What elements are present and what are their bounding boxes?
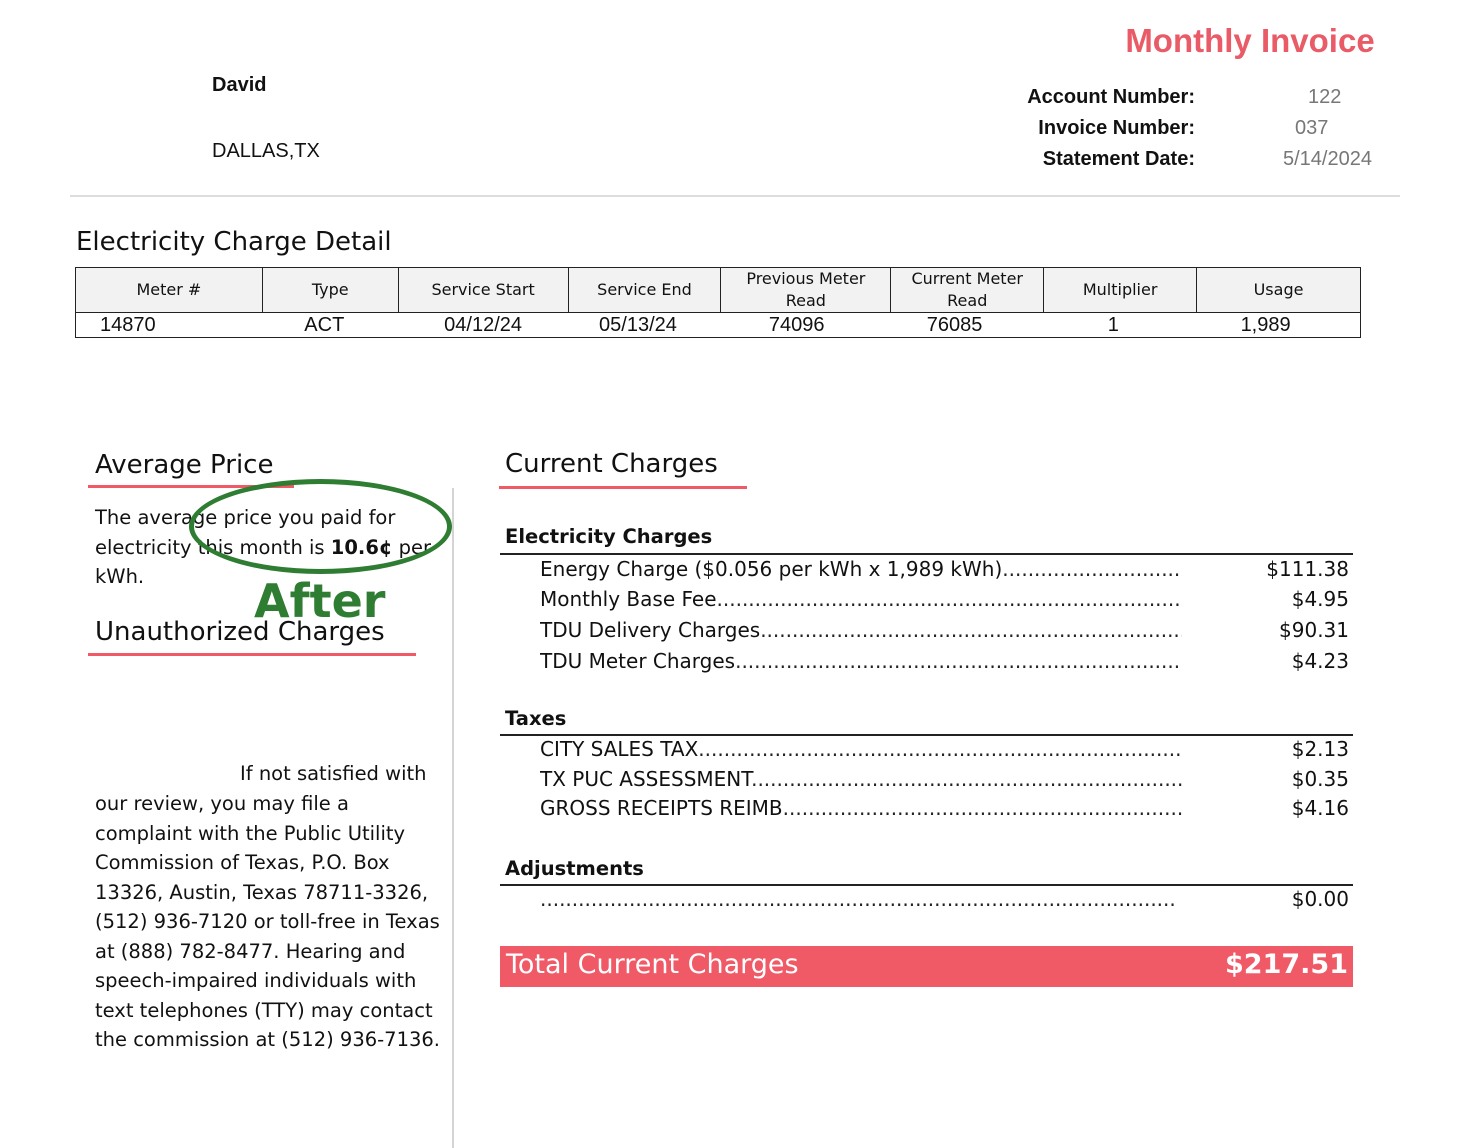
group-divider bbox=[500, 884, 1353, 886]
line-item: GROSS RECEIPTS REIMB....................… bbox=[540, 796, 1349, 820]
line-item-amount: $111.38 bbox=[1266, 557, 1349, 581]
statement-date-row: Statement Date: 5/14/2024 bbox=[880, 148, 1380, 178]
meter-table: Meter # Type Service Start Service End P… bbox=[75, 267, 1361, 338]
line-item-amount: $0.35 bbox=[1291, 767, 1349, 791]
table-cell: 04/12/24 bbox=[398, 312, 569, 338]
line-item: Monthly Base Fee........................… bbox=[540, 587, 1349, 611]
column-divider bbox=[452, 488, 454, 1148]
meter-table-header: Meter # Type Service Start Service End P… bbox=[75, 267, 1361, 313]
table-cell: 05/13/24 bbox=[568, 312, 721, 338]
account-number-value: 122 bbox=[1308, 86, 1342, 108]
column-header: Multiplier bbox=[1043, 267, 1198, 313]
total-current-charges-bar: Total Current Charges $217.51 bbox=[500, 946, 1353, 987]
line-item-amount: $2.13 bbox=[1291, 737, 1349, 761]
unauthorized-first-line: If not satisfied with bbox=[240, 762, 427, 785]
line-item: TX PUC ASSESSMENT.......................… bbox=[540, 767, 1349, 791]
group-divider bbox=[500, 734, 1353, 736]
line-item-amount: $4.23 bbox=[1291, 649, 1349, 673]
account-number-label: Account Number: bbox=[1027, 86, 1195, 108]
detail-heading: Electricity Charge Detail bbox=[76, 227, 392, 257]
line-item: TDU Delivery Charges....................… bbox=[540, 618, 1349, 642]
column-header: Current Meter Read bbox=[890, 267, 1045, 313]
line-item: Energy Charge ($0.056 per kWh x 1,989 kW… bbox=[540, 557, 1349, 581]
line-item-amount: $0.00 bbox=[1291, 887, 1349, 911]
unauthorized-charges-underline bbox=[88, 653, 416, 656]
column-header: Service End bbox=[567, 267, 722, 313]
invoice-number-label: Invoice Number: bbox=[1038, 117, 1195, 139]
line-item-label: Monthly Base Fee bbox=[540, 587, 717, 611]
highlight-circle bbox=[189, 479, 452, 574]
current-charges-heading: Current Charges bbox=[505, 449, 718, 479]
line-item-amount: $90.31 bbox=[1279, 618, 1349, 642]
account-number-row: Account Number: 122 bbox=[880, 86, 1380, 116]
line-item-label: Energy Charge ($0.056 per kWh x 1,989 kW… bbox=[540, 557, 1003, 581]
line-item-amount: $4.95 bbox=[1291, 587, 1349, 611]
unauthorized-charges-heading: Unauthorized Charges bbox=[95, 617, 385, 647]
line-item-label: TDU Meter Charges bbox=[540, 649, 736, 673]
table-cell: 76085 bbox=[890, 312, 1044, 338]
column-header: Previous Meter Read bbox=[720, 267, 892, 313]
line-item-label: TX PUC ASSESSMENT bbox=[540, 767, 752, 791]
group-divider bbox=[500, 553, 1353, 555]
line-item-amount: $4.16 bbox=[1291, 796, 1349, 820]
group-heading-adjustments: Adjustments bbox=[505, 857, 644, 880]
line-item-label: GROSS RECEIPTS REIMB bbox=[540, 796, 783, 820]
total-label: Total Current Charges bbox=[506, 949, 799, 980]
statement-date-label: Statement Date: bbox=[1042, 148, 1195, 170]
customer-city: DALLAS,TX bbox=[212, 140, 320, 162]
table-row: 14870 ACT 04/12/24 05/13/24 74096 76085 … bbox=[75, 312, 1361, 338]
table-cell: 74096 bbox=[720, 312, 891, 338]
group-heading-taxes: Taxes bbox=[505, 707, 567, 730]
line-item-label: TDU Delivery Charges bbox=[540, 618, 761, 642]
invoice-number-value: 037 bbox=[1295, 117, 1329, 139]
line-item: TDU Meter Charges.......................… bbox=[540, 649, 1349, 673]
unauthorized-body: our review, you may file a complaint wit… bbox=[95, 792, 440, 1051]
invoice-number-row: Invoice Number: 037 bbox=[880, 117, 1380, 147]
group-heading-electricity: Electricity Charges bbox=[505, 525, 713, 548]
statement-date-value: 5/14/2024 bbox=[1283, 148, 1372, 170]
column-header: Service Start bbox=[397, 267, 569, 313]
line-item: ........................................… bbox=[540, 887, 1349, 911]
line-item: CITY SALES TAX..........................… bbox=[540, 737, 1349, 761]
current-charges-underline bbox=[499, 486, 747, 489]
customer-name: David bbox=[212, 74, 267, 96]
average-price-heading: Average Price bbox=[95, 450, 274, 480]
column-header: Type bbox=[261, 267, 399, 313]
header-divider bbox=[70, 195, 1400, 197]
column-header: Usage bbox=[1196, 267, 1361, 313]
column-header: Meter # bbox=[75, 267, 263, 313]
table-cell: ACT bbox=[262, 312, 399, 338]
line-item-label: CITY SALES TAX bbox=[540, 737, 699, 761]
total-amount: $217.51 bbox=[1225, 949, 1348, 980]
invoice-title: Monthly Invoice bbox=[1125, 22, 1375, 59]
table-cell: 1 bbox=[1043, 312, 1197, 338]
table-cell: 1,989 bbox=[1196, 312, 1361, 338]
table-cell: 14870 bbox=[75, 312, 263, 338]
